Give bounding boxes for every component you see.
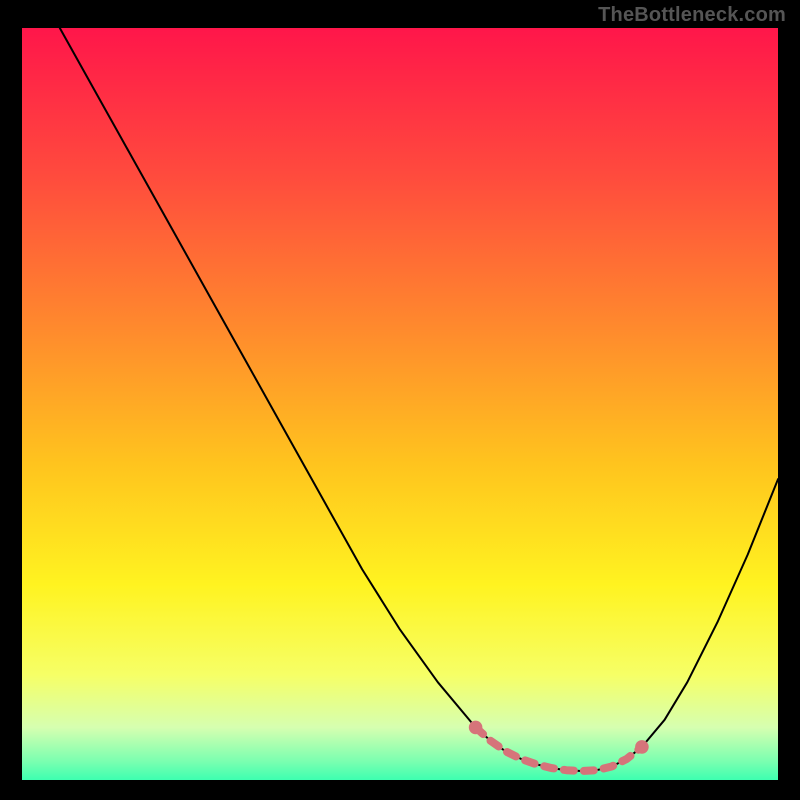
chart-svg	[22, 28, 778, 780]
chart-frame: TheBottleneck.com	[0, 0, 800, 800]
watermark-text: TheBottleneck.com	[598, 4, 786, 27]
gradient-background	[22, 28, 778, 780]
plot-area	[22, 28, 778, 780]
